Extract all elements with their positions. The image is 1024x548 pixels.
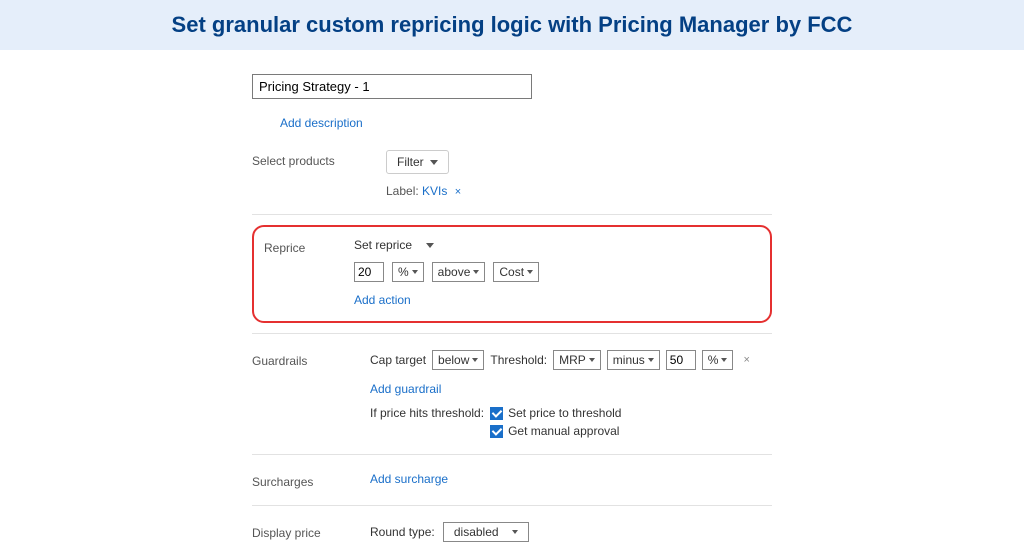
divider [252,505,772,506]
select-products-label: Select products [252,150,370,168]
threshold-unit-select[interactable]: % [702,350,734,370]
reprice-unit-value: % [398,265,409,279]
chevron-down-icon [721,358,727,362]
select-products-row: Select products Filter Label: KVIs × [252,144,772,204]
reprice-unit-select[interactable]: % [392,262,424,282]
chevron-down-icon [589,358,595,362]
manual-approval-label: Get manual approval [508,424,619,438]
checkbox-checked-icon[interactable] [490,425,503,438]
chevron-down-icon [527,270,533,274]
threshold-label: Threshold: [490,353,547,367]
page-banner: Set granular custom repricing logic with… [0,0,1024,50]
strategy-name-input[interactable] [252,74,532,99]
add-action-link[interactable]: Add action [354,293,411,307]
filter-chip-row: Label: KVIs × [386,184,772,198]
remove-guardrail-icon[interactable]: × [743,354,749,366]
reprice-label: Reprice [264,237,354,255]
checkbox-checked-icon[interactable] [490,407,503,420]
set-price-label: Set price to threshold [508,406,621,420]
divider [252,454,772,455]
chevron-down-icon [473,270,479,274]
surcharges-label: Surcharges [252,471,370,489]
chevron-down-icon [430,160,438,165]
filter-button-label: Filter [397,155,424,169]
reprice-value-input[interactable] [354,262,384,282]
divider [252,214,772,215]
round-type-value: disabled [454,525,499,539]
set-price-checkbox-row[interactable]: Set price to threshold [490,406,621,420]
chevron-down-icon [412,270,418,274]
cap-target-select[interactable]: below [432,350,484,370]
threshold-hit-row: If price hits threshold: Set price to th… [370,406,772,438]
reprice-direction-value: above [438,265,471,279]
threshold-value-input[interactable] [666,350,696,370]
add-surcharge-link[interactable]: Add surcharge [370,472,448,486]
if-hits-label: If price hits threshold: [370,406,484,420]
guardrail-controls: Cap target below Threshold: MRP minus % [370,350,750,370]
remove-filter-icon[interactable]: × [455,186,461,198]
reprice-highlight: Reprice Set reprice % above [252,225,772,323]
chevron-down-icon [648,358,654,362]
chevron-down-icon [472,358,478,362]
filter-button[interactable]: Filter [386,150,449,174]
cap-target-label: Cap target [370,353,426,367]
chevron-down-icon [426,243,434,248]
reprice-direction-select[interactable]: above [432,262,486,282]
add-guardrail-link[interactable]: Add guardrail [370,382,772,396]
threshold-op-select[interactable]: minus [607,350,660,370]
threshold-unit-value: % [708,353,719,367]
filter-label-prefix: Label: [386,184,419,198]
reprice-basis-select[interactable]: Cost [493,262,539,282]
set-reprice-label: Set reprice [354,238,412,252]
display-price-label: Display price [252,522,370,540]
filter-label-value[interactable]: KVIs [422,184,447,198]
reprice-controls: % above Cost [354,262,760,282]
display-price-row: Display price Round type: disabled [252,516,772,548]
guardrails-label: Guardrails [252,350,370,368]
manual-approval-checkbox-row[interactable]: Get manual approval [490,424,621,438]
set-reprice-dropdown[interactable]: Set reprice [354,238,434,252]
add-description-link[interactable]: Add description [280,116,363,130]
guardrails-row: Guardrails Cap target below Threshold: M… [252,344,772,444]
threshold-basis-select[interactable]: MRP [553,350,601,370]
round-type-label: Round type: [370,525,435,539]
chevron-down-icon [512,530,518,534]
divider [252,333,772,334]
cap-target-value: below [438,353,469,367]
threshold-op-value: minus [613,353,645,367]
threshold-basis-value: MRP [559,353,586,367]
round-type-select[interactable]: disabled [443,522,529,542]
banner-title: Set granular custom repricing logic with… [172,12,853,37]
surcharges-row: Surcharges Add surcharge [252,465,772,495]
strategy-form: Add description Select products Filter L… [252,74,772,548]
reprice-basis-value: Cost [499,265,524,279]
